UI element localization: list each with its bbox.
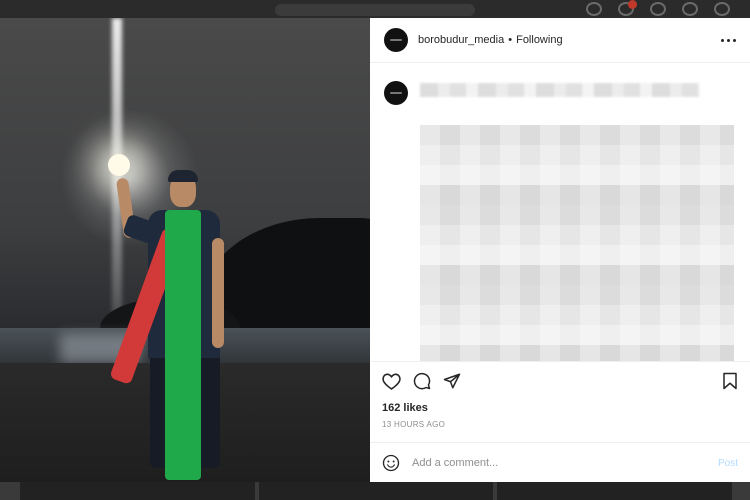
- username[interactable]: borobudur_media: [418, 34, 504, 46]
- comment-bar: Post: [370, 442, 750, 483]
- messages-icon: [618, 0, 637, 16]
- background-post-grid: [20, 482, 733, 500]
- post-photo[interactable]: [0, 18, 370, 482]
- bookmark-icon[interactable]: [722, 372, 738, 390]
- caption-row: [384, 81, 408, 105]
- post-comment-button[interactable]: Post: [718, 458, 738, 469]
- caption-area: [370, 63, 750, 361]
- post-timestamp[interactable]: 13 HOURS AGO: [370, 414, 750, 429]
- background-navbar: [0, 0, 750, 18]
- caption-avatar[interactable]: [384, 81, 408, 105]
- separator-dot: •: [508, 34, 513, 46]
- likes-count[interactable]: 162 likes: [370, 390, 750, 414]
- comment-icon[interactable]: [413, 372, 431, 390]
- background-search-bar: [275, 4, 475, 16]
- post-header: borobudur_media • Following: [370, 18, 750, 63]
- action-icons: [370, 362, 750, 390]
- grid-thumbnail: [20, 482, 255, 500]
- post-side-panel: borobudur_media • Following 162 likes 13…: [370, 18, 750, 482]
- grid-thumbnail: [258, 482, 494, 500]
- person-figure: [109, 168, 240, 480]
- send-icon[interactable]: [443, 372, 461, 390]
- avatar[interactable]: [384, 28, 408, 52]
- activity-icon: [714, 2, 730, 16]
- home-icon: [586, 2, 602, 16]
- background-nav-icons: [586, 0, 730, 16]
- comment-input[interactable]: [410, 456, 718, 470]
- blurred-caption-text: [420, 83, 700, 97]
- explore-icon: [682, 2, 698, 16]
- emoji-icon[interactable]: [382, 454, 400, 472]
- avatar-logo-icon: [390, 92, 402, 94]
- green-scarf: [165, 210, 201, 480]
- grid-thumbnail: [497, 482, 733, 500]
- create-icon: [650, 2, 666, 16]
- heart-icon[interactable]: [382, 372, 401, 390]
- avatar-logo-icon: [390, 39, 402, 41]
- follow-status-button[interactable]: Following: [516, 34, 562, 46]
- arm: [212, 238, 224, 348]
- post-modal: borobudur_media • Following 162 likes 13…: [0, 18, 750, 482]
- more-options-icon[interactable]: [721, 38, 736, 42]
- action-bar: 162 likes 13 HOURS AGO: [370, 361, 750, 429]
- pixelated-comments: [420, 125, 734, 361]
- cap: [168, 170, 198, 182]
